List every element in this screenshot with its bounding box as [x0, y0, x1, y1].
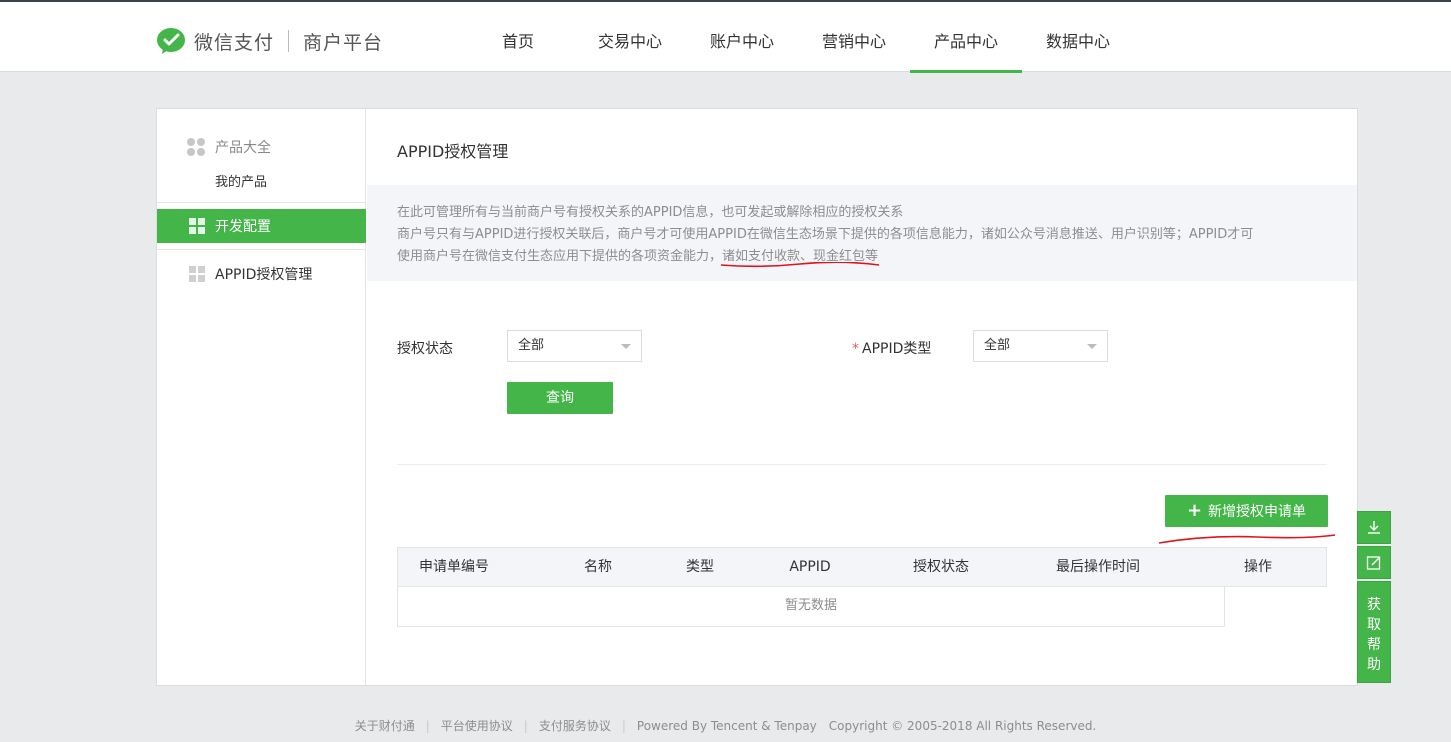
main-panel: 产品大全 我的产品 开发配置 APPID授权管理 APPID授权管理 在此可管理… [156, 108, 1358, 686]
required-star: * [852, 341, 859, 357]
info-notice: 在此可管理所有与当前商户号有授权关系的APPID信息，也可发起或解除相应的授权关… [367, 185, 1357, 281]
appid-type-label-text: APPID类型 [862, 341, 932, 357]
footer-link-about[interactable]: 关于财付通 [355, 719, 415, 733]
main-nav: 首页 交易中心 账户中心 营销中心 产品中心 数据中心 [462, 2, 1134, 73]
footer-sep: | [425, 719, 430, 733]
download-icon [1368, 520, 1380, 534]
wechat-pay-logo-icon [157, 28, 185, 54]
get-help-button[interactable]: 获 取 帮 助 [1357, 581, 1391, 683]
footer-copyright: Copyright © 2005-2018 All Rights Reserve… [828, 719, 1097, 733]
appid-type-select[interactable]: 全部 [973, 330, 1108, 362]
brand-logo[interactable]: 微信支付 商户平台 [156, 26, 383, 56]
footer-link-platform-agreement[interactable]: 平台使用协议 [441, 719, 513, 733]
red-annotation-underline [720, 262, 880, 268]
content-area: APPID授权管理 在此可管理所有与当前商户号有授权关系的APPID信息，也可发… [367, 109, 1357, 685]
auth-status-value: 全部 [518, 338, 545, 353]
query-button[interactable]: 查询 [507, 382, 613, 414]
notice-line-1: 在此可管理所有与当前商户号有授权关系的APPID信息，也可发起或解除相应的授权关… [397, 205, 904, 220]
auth-status-label: 授权状态 [397, 341, 453, 357]
red-annotation-curve [1158, 534, 1336, 544]
auth-status-select[interactable]: 全部 [507, 330, 642, 362]
sidebar: 产品大全 我的产品 开发配置 APPID授权管理 [157, 109, 366, 685]
brand-divider [288, 30, 290, 52]
col-name: 名称 [584, 559, 612, 575]
col-type: 类型 [686, 559, 714, 575]
nav-marketing[interactable]: 营销中心 [798, 2, 910, 72]
help-char: 助 [1367, 657, 1381, 673]
col-auth-status: 授权状态 [913, 559, 969, 575]
col-last-op-time: 最后操作时间 [1056, 559, 1140, 575]
col-actions: 操作 [1244, 559, 1272, 575]
brand-subtitle: 商户平台 [303, 31, 384, 54]
nav-products[interactable]: 产品中心 [910, 2, 1022, 73]
grid-icon [189, 266, 205, 282]
footer-link-payment-agreement[interactable]: 支付服务协议 [539, 719, 611, 733]
sidebar-group-products[interactable]: 产品大全 [187, 137, 271, 157]
download-button[interactable] [1357, 511, 1391, 544]
help-char: 帮 [1367, 637, 1381, 653]
top-navbar: 微信支付 商户平台 首页 交易中心 账户中心 营销中心 产品中心 数据中心 [0, 0, 1451, 73]
notice-line-3: 使用商户号在微信支付生态应用下提供的各项资金能力，诸如支付收款、现金红包等 [397, 246, 1327, 268]
nav-transactions[interactable]: 交易中心 [574, 2, 686, 72]
notice-highlight: 诸如支付收款、现金红包 [720, 249, 880, 268]
edit-icon [1366, 555, 1381, 570]
footer-sep: | [523, 719, 528, 733]
help-char: 获 [1367, 597, 1381, 613]
plus-icon: + [1186, 500, 1203, 521]
appid-type-label: * APPID类型 [852, 338, 931, 358]
sidebar-divider [157, 202, 366, 203]
apps-icon [187, 138, 205, 156]
sidebar-item-my-products[interactable]: 我的产品 [215, 171, 267, 190]
appid-table: 申请单编号 名称 类型 APPID 授权状态 最后操作时间 操作 暂无数据 [397, 547, 1327, 627]
footer: 关于财付通 | 平台使用协议 | 支付服务协议 | Powered By Tencent &… [0, 717, 1451, 734]
brand-name: 微信支付 [194, 31, 275, 54]
help-char: 取 [1367, 617, 1381, 633]
notice-line-3-text: 使用商户号在微信支付生态应用下提供的各项资金能力， [397, 249, 723, 264]
table-header: 申请单编号 名称 类型 APPID 授权状态 最后操作时间 操作 [397, 547, 1327, 587]
footer-powered: Powered By Tencent & Tenpay [636, 719, 817, 733]
sidebar-item-label: APPID授权管理 [215, 267, 313, 283]
nav-data[interactable]: 数据中心 [1022, 2, 1134, 72]
sidebar-item-label: 开发配置 [215, 219, 271, 235]
page-title: APPID授权管理 [397, 142, 509, 161]
footer-sep: | [621, 719, 626, 733]
notice-line-2: 商户号只有与APPID进行授权关联后，商户号才可使用APPID在微信生态场景下提… [397, 227, 1254, 242]
col-request-no: 申请单编号 [419, 559, 489, 575]
nav-home[interactable]: 首页 [462, 2, 574, 72]
feedback-button[interactable] [1357, 546, 1391, 579]
sidebar-item-appid-auth[interactable]: APPID授权管理 [157, 257, 366, 291]
section-divider [397, 464, 1327, 465]
appid-type-value: 全部 [984, 338, 1011, 353]
caret-down-icon [1087, 344, 1097, 349]
add-button-label: 新增授权申请单 [1208, 504, 1307, 520]
col-appid: APPID [789, 559, 831, 575]
sidebar-divider [157, 249, 366, 250]
grid-icon [189, 218, 205, 234]
nav-account[interactable]: 账户中心 [686, 2, 798, 72]
add-auth-request-button[interactable]: + 新增授权申请单 [1165, 495, 1328, 527]
table-empty-row: 暂无数据 [397, 587, 1225, 627]
sidebar-group-label: 产品大全 [215, 140, 271, 156]
sidebar-item-dev-config[interactable]: 开发配置 [157, 209, 366, 243]
caret-down-icon [621, 344, 631, 349]
